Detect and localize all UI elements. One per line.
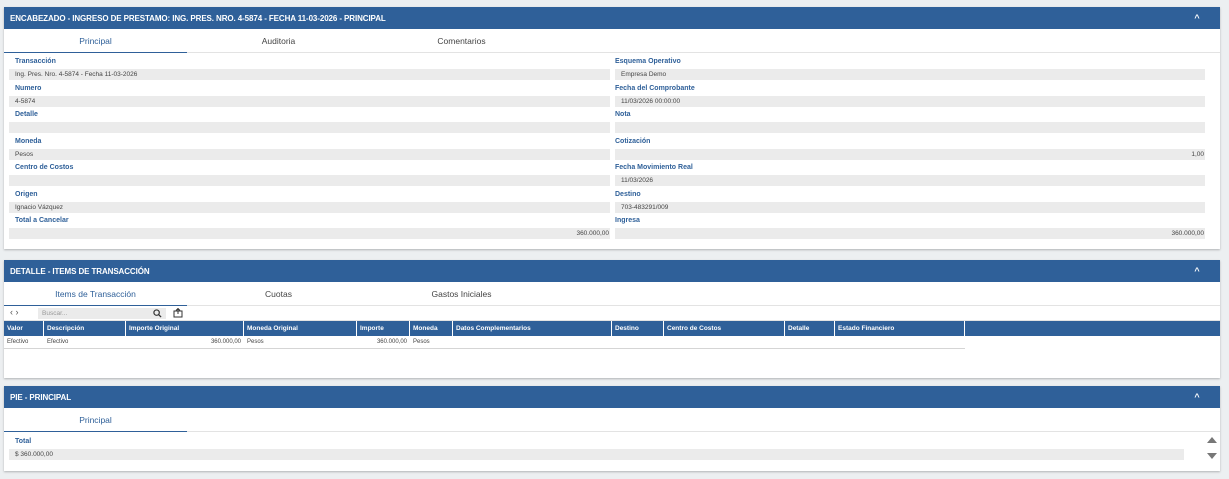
- col-moneda-original[interactable]: Moneda Original: [244, 321, 357, 336]
- col-centro-costos[interactable]: Centro de Costos: [664, 321, 785, 336]
- transaccion-label: Transacción: [15, 58, 56, 65]
- fecha-comprobante-label: Fecha del Comprobante: [615, 85, 695, 92]
- cell-importe-original: 360.000,00: [210, 339, 241, 345]
- cell-descripcion: Efectivo: [47, 339, 69, 345]
- footer-panel-title-bar[interactable]: PIE - PRINCIPAL: [4, 386, 1220, 408]
- nav-arrows-icon[interactable]: ‹ ›: [10, 307, 19, 317]
- moneda-field[interactable]: Pesos: [9, 149, 610, 160]
- detail-tabs: Items de Transacción Cuotas Gastos Inici…: [4, 282, 1220, 306]
- col-detalle[interactable]: Detalle: [785, 321, 835, 336]
- total-cancelar-field[interactable]: 360.000,00: [9, 228, 610, 239]
- search-input[interactable]: [38, 308, 166, 319]
- total-label: Total: [15, 438, 32, 445]
- cell-importe: 360.000,00: [376, 339, 407, 345]
- scroll-up-icon[interactable]: [1207, 437, 1217, 443]
- ingresa-label: Ingresa: [615, 217, 640, 224]
- origen-label: Origen: [15, 191, 38, 198]
- search-icon[interactable]: [153, 309, 162, 318]
- detalle-field[interactable]: [9, 122, 610, 133]
- fecha-comprobante-field[interactable]: 11/03/2026 00:00:00: [615, 96, 1205, 107]
- scroll-down-icon[interactable]: [1207, 453, 1217, 459]
- col-importe-original[interactable]: Importe Original: [126, 321, 244, 336]
- col-moneda[interactable]: Moneda: [410, 321, 453, 336]
- esquema-field[interactable]: Empresa Demo: [615, 69, 1205, 80]
- tab-principal[interactable]: Principal: [4, 29, 187, 53]
- destino-label: Destino: [615, 191, 641, 198]
- footer-panel: PIE - PRINCIPAL Principal Total $ 360.00…: [4, 386, 1220, 471]
- header-panel-title-bar[interactable]: ENCABEZADO - INGRESO DE PRESTAMO: ING. P…: [4, 7, 1220, 29]
- nota-label: Nota: [615, 111, 631, 118]
- numero-field[interactable]: 4-5874: [9, 96, 610, 107]
- grid-toolbar: ‹ ›: [4, 306, 1220, 321]
- cell-valor: Efectivo: [7, 339, 29, 345]
- tab-principal[interactable]: Principal: [4, 408, 187, 432]
- total-cancelar-label: Total a Cancelar: [15, 217, 69, 224]
- numero-label: Numero: [15, 85, 42, 92]
- col-destino[interactable]: Destino: [612, 321, 664, 336]
- col-importe[interactable]: Importe: [357, 321, 410, 336]
- collapse-chevron-icon[interactable]: [1191, 11, 1203, 25]
- origen-field[interactable]: Ignacio Vázquez: [9, 202, 610, 213]
- col-descripcion[interactable]: Descripción: [44, 321, 126, 336]
- centro-costos-label: Centro de Costos: [15, 164, 74, 171]
- export-icon[interactable]: [173, 308, 183, 318]
- destino-field[interactable]: 703-483291/009: [615, 202, 1205, 213]
- col-valor[interactable]: Valor: [4, 321, 44, 336]
- transaccion-field[interactable]: Ing. Pres. Nro. 4-5874 - Fecha 11-03-202…: [9, 69, 610, 80]
- table-row[interactable]: Efectivo Efectivo 360.000,00 Pesos 360.0…: [4, 336, 965, 349]
- col-datos-complementarios[interactable]: Datos Complementarios: [453, 321, 612, 336]
- header-panel-title: ENCABEZADO - INGRESO DE PRESTAMO: ING. P…: [10, 13, 386, 23]
- footer-tabs: Principal: [4, 408, 1220, 432]
- tab-cuotas[interactable]: Cuotas: [187, 282, 370, 306]
- footer-panel-title: PIE - PRINCIPAL: [10, 392, 72, 402]
- tab-comentarios[interactable]: Comentarios: [370, 29, 553, 53]
- moneda-label: Moneda: [15, 138, 42, 145]
- cell-moneda: Pesos: [413, 339, 430, 345]
- cotizacion-field[interactable]: 1,00: [615, 149, 1205, 160]
- tab-items-transaccion[interactable]: Items de Transacción: [4, 282, 187, 306]
- cotizacion-label: Cotización: [615, 138, 651, 145]
- centro-costos-field[interactable]: [9, 175, 610, 186]
- ingresa-field[interactable]: 360.000,00: [615, 228, 1205, 239]
- header-tabs: Principal Auditoria Comentarios: [4, 29, 1220, 53]
- detail-panel-title-bar[interactable]: DETALLE - ITEMS DE TRANSACCIÓN: [4, 260, 1220, 282]
- collapse-chevron-icon[interactable]: [1191, 264, 1203, 278]
- fecha-movimiento-field[interactable]: 11/03/2026: [615, 175, 1205, 186]
- detail-panel: DETALLE - ITEMS DE TRANSACCIÓN Items de …: [4, 260, 1220, 378]
- total-field[interactable]: $ 360.000,00: [9, 449, 1184, 460]
- nota-field[interactable]: [615, 122, 1205, 133]
- detalle-label: Detalle: [15, 111, 38, 118]
- cell-moneda-original: Pesos: [247, 339, 264, 345]
- header-panel: ENCABEZADO - INGRESO DE PRESTAMO: ING. P…: [4, 7, 1220, 249]
- fecha-movimiento-label: Fecha Movimiento Real: [615, 164, 693, 171]
- tab-auditoria[interactable]: Auditoria: [187, 29, 370, 53]
- col-estado-financiero[interactable]: Estado Financiero: [835, 321, 965, 336]
- detail-panel-title: DETALLE - ITEMS DE TRANSACCIÓN: [10, 266, 150, 276]
- tab-gastos-iniciales[interactable]: Gastos Iniciales: [370, 282, 553, 306]
- collapse-chevron-icon[interactable]: [1191, 390, 1203, 404]
- grid-header: Valor Descripción Importe Original Moned…: [4, 321, 1220, 336]
- esquema-label: Esquema Operativo: [615, 58, 681, 65]
